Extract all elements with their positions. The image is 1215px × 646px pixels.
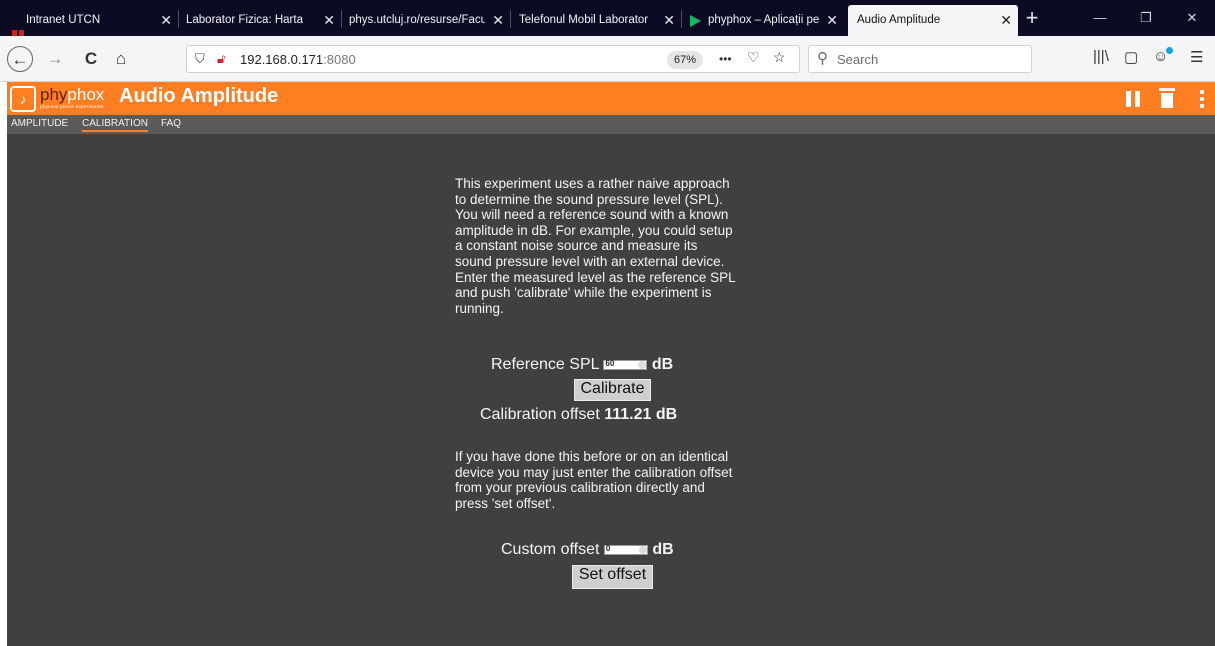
calibration-offset-unit: dB — [655, 406, 678, 423]
custom-offset-unit: dB — [652, 541, 674, 558]
tab-intranet-utcn[interactable]: Intranet UTCN ✕ — [0, 5, 178, 36]
back-button[interactable]: ← — [7, 46, 33, 72]
zoom-indicator[interactable]: 67% — [667, 51, 703, 69]
note-line: device you may just enter the calibratio… — [455, 464, 733, 480]
intro-line: You will need a reference sound with a k… — [455, 207, 729, 223]
home-button[interactable]: ⌂ — [108, 46, 134, 72]
logo-phox: phox — [67, 85, 105, 104]
new-tab-button[interactable]: + — [1018, 5, 1046, 33]
reload-button[interactable]: C — [78, 46, 104, 72]
tab-amplitude[interactable]: AMPLITUDE — [11, 118, 68, 129]
delete-icon[interactable] — [1159, 88, 1175, 108]
tab-laborator-harta[interactable]: Laborator Fizica: Harta ✕ — [179, 5, 341, 36]
intro-line: to determine the sound pressure level (S… — [455, 191, 723, 207]
url-port: :8080 — [323, 52, 356, 67]
search-placeholder: Search — [837, 52, 879, 67]
note-line: from your previous calibration directly … — [455, 480, 705, 496]
tab-title: Intranet UTCN — [26, 14, 101, 26]
sidebar-icon[interactable]: ▢ — [1124, 48, 1138, 66]
menu-icon[interactable]: ☰ — [1190, 48, 1203, 66]
intro-line: Enter the measured level as the referenc… — [455, 269, 736, 285]
page-actions-icon[interactable]: ••• — [719, 52, 732, 66]
calibration-offset-row: Calibration offset 111.21 dB — [480, 406, 677, 424]
app-header: ♪ phyphox physical phone experiments Aud… — [7, 82, 1215, 115]
tab-title: Audio Amplitude — [857, 14, 941, 26]
library-icon[interactable]: |||\ — [1093, 48, 1109, 65]
custom-offset-value: 0 — [605, 543, 611, 553]
tab-title: phyphox – Aplicații pe — [708, 14, 820, 26]
url-bar[interactable]: ⛉ 🔓︎ 192.168.0.171:8080 67% ••• ♡ ☆ — [186, 45, 800, 73]
bookmark-star-icon[interactable]: ☆ — [773, 49, 786, 66]
minimize-button[interactable]: — — [1077, 0, 1123, 36]
tab-telefonul-mobil[interactable]: Telefonul Mobil Laborator ✕ — [511, 5, 681, 36]
tab-phys-resurse[interactable]: phys.utcluj.ro/resurse/Facu ✕ — [342, 5, 510, 36]
intro-line: a constant noise source and measure its — [455, 238, 698, 254]
close-tab-icon[interactable]: ✕ — [663, 5, 675, 36]
phyphox-logo-icon: ♪ — [10, 86, 36, 112]
spinner-icon[interactable] — [638, 360, 647, 369]
search-icon: ⚲ — [817, 50, 828, 67]
tab-calibration[interactable]: CALIBRATION — [82, 118, 148, 132]
experiment-view-tabs: AMPLITUDE CALIBRATION FAQ — [7, 115, 1215, 134]
tab-title: Laborator Fizica: Harta — [186, 14, 303, 26]
forward-button[interactable]: → — [42, 46, 68, 72]
calibrate-button[interactable]: Calibrate — [574, 379, 651, 401]
intro-line: amplitude in dB. For example, you could … — [455, 222, 733, 238]
tab-faq[interactable]: FAQ — [161, 118, 181, 129]
pocket-icon[interactable]: ♡ — [747, 49, 760, 66]
intro-line: running. — [455, 300, 504, 316]
tab-audio-amplitude[interactable]: Audio Amplitude ✕ — [848, 5, 1018, 36]
set-offset-button[interactable]: Set offset — [572, 565, 653, 589]
close-tab-icon[interactable]: ✕ — [1000, 5, 1012, 36]
note-line: press 'set offset'. — [455, 495, 556, 511]
search-bar[interactable]: ⚲ Search — [808, 45, 1032, 73]
custom-offset-label: Custom offset — [501, 541, 600, 558]
reference-spl-label: Reference SPL — [491, 356, 599, 373]
browser-tab-strip: Intranet UTCN ✕ Laborator Fizica: Harta … — [0, 0, 1215, 36]
custom-offset-row: Custom offset 0 dB — [501, 541, 674, 559]
restore-button[interactable]: ❐ — [1123, 0, 1169, 36]
logo-subtitle: physical phone experiments — [40, 104, 104, 109]
close-tab-icon[interactable]: ✕ — [492, 5, 504, 36]
reference-spl-value: 60 — [605, 358, 615, 368]
reference-spl-row: Reference SPL 60 dB — [491, 356, 673, 374]
close-window-button[interactable]: ✕ — [1169, 0, 1215, 36]
more-options-icon[interactable] — [1200, 90, 1204, 108]
insecure-lock-icon[interactable]: 🔓︎ — [217, 51, 225, 67]
spinner-icon[interactable] — [638, 545, 647, 554]
logo-phy: phy — [40, 85, 68, 104]
experiment-title: Audio Amplitude — [119, 85, 279, 107]
close-tab-icon[interactable]: ✕ — [160, 5, 172, 36]
calibration-intro: This experiment uses a rather naive appr… — [455, 176, 785, 316]
custom-offset-input[interactable]: 0 — [603, 543, 648, 555]
url-text[interactable]: 192.168.0.171:8080 — [240, 52, 356, 67]
url-host: 192.168.0.171 — [240, 52, 324, 67]
pause-icon[interactable] — [1126, 91, 1140, 107]
intro-line: This experiment uses a rather naive appr… — [455, 176, 730, 191]
note-line: If you have done this before or on an id… — [455, 449, 729, 464]
intro-line: sound pressure level with an external de… — [455, 253, 725, 269]
close-tab-icon[interactable]: ✕ — [323, 5, 335, 36]
calibration-view: This experiment uses a rather naive appr… — [7, 134, 1215, 646]
google-play-icon — [690, 15, 701, 27]
calibration-offset-label: Calibration offset — [480, 406, 600, 423]
close-tab-icon[interactable]: ✕ — [826, 5, 838, 36]
tab-phyphox-play[interactable]: phyphox – Aplicații pe ✕ — [682, 5, 844, 36]
phyphox-logo-text: phyphox — [40, 85, 104, 105]
reference-spl-input[interactable]: 60 — [603, 358, 648, 370]
calibration-note: If you have done this before or on an id… — [455, 449, 785, 511]
account-notification-dot — [1166, 47, 1173, 54]
intro-line: and push 'calibrate' while the experimen… — [455, 285, 712, 301]
utcn-icon — [12, 18, 24, 36]
reference-spl-unit: dB — [651, 356, 674, 373]
tab-title: phys.utcluj.ro/resurse/Facu — [349, 14, 485, 26]
navigation-bar: ← → C ⌂ ⛉ 🔓︎ 192.168.0.171:8080 67% ••• … — [0, 36, 1215, 82]
calibration-offset-value: 111.21 — [604, 406, 652, 423]
tracking-shield-icon[interactable]: ⛉ — [195, 51, 205, 67]
tab-title: Telefonul Mobil Laborator — [519, 14, 649, 26]
